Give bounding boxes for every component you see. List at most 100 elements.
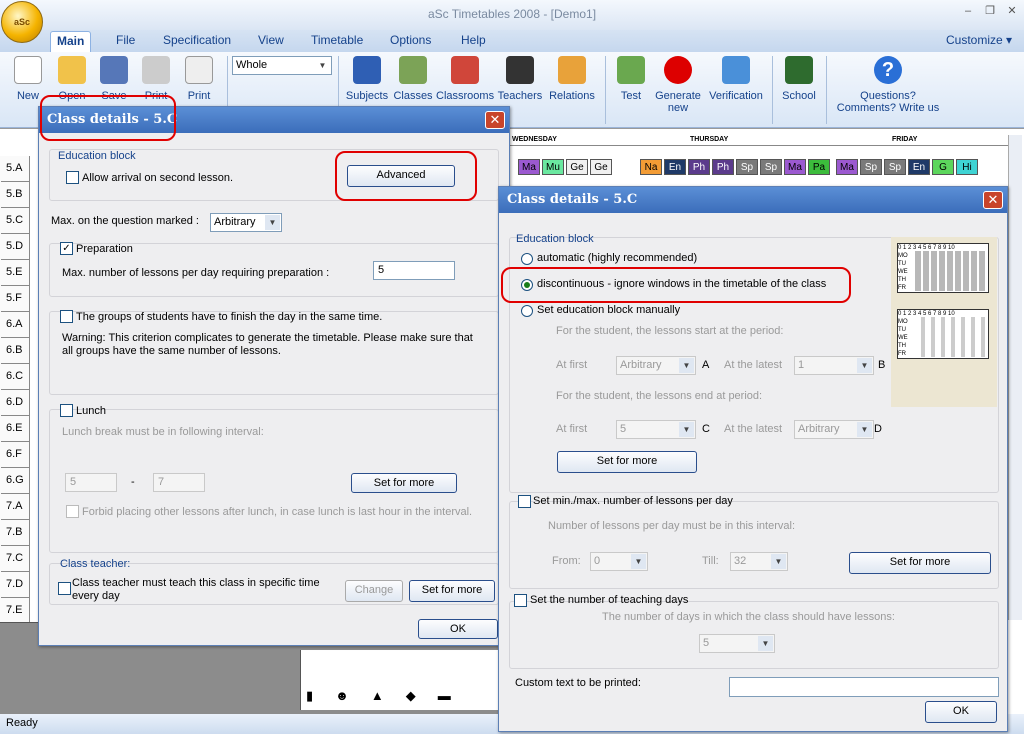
tab-main[interactable]: Main — [50, 31, 92, 52]
grid-row-label[interactable]: 7.A — [1, 494, 29, 520]
classrooms-button[interactable]: Classrooms — [436, 56, 494, 108]
lesson-card[interactable]: Ma — [784, 159, 806, 175]
groups-finish-checkbox[interactable] — [60, 310, 73, 323]
lunch-set-for-more-button[interactable]: Set for more — [351, 473, 457, 493]
grid-row-label[interactable]: 5.D — [1, 234, 29, 260]
dialog-close-icon[interactable]: ✕ — [485, 111, 505, 129]
day-wednesday: WEDNESDAY — [512, 136, 557, 143]
app-orb-button[interactable]: aSc — [1, 1, 43, 43]
grid-row-label[interactable]: 7.E — [1, 598, 29, 624]
flashlight-icon — [722, 56, 750, 84]
lesson-card[interactable]: Ma — [836, 159, 858, 175]
generate-new-button[interactable]: Generate new — [652, 56, 704, 122]
tab-file[interactable]: File — [110, 31, 141, 52]
grid-row-label[interactable]: 5.A — [1, 156, 29, 182]
lesson-card[interactable]: Hi — [956, 159, 978, 175]
grid-row-label[interactable]: 5.E — [1, 260, 29, 286]
automatic-radio[interactable] — [521, 253, 533, 265]
till-select[interactable]: 32 ▼ — [730, 552, 788, 571]
grid-row-label[interactable]: 6.E — [1, 416, 29, 442]
from-select[interactable]: 0 ▼ — [590, 552, 648, 571]
lesson-card[interactable]: Ph — [688, 159, 710, 175]
customize-menu[interactable]: Customize ▾ — [940, 31, 1018, 52]
teachers-button[interactable]: Teachers — [497, 56, 543, 108]
lesson-card[interactable]: Ph — [712, 159, 734, 175]
test-button[interactable]: Test — [614, 56, 648, 108]
end-at-first-select[interactable]: 5 ▼ — [616, 420, 696, 439]
grid-row-label[interactable]: 7.C — [1, 546, 29, 572]
teaching-days-checkbox[interactable] — [514, 594, 527, 607]
lesson-card[interactable]: Sp — [736, 159, 758, 175]
teaching-days-select[interactable]: 5 ▼ — [699, 634, 775, 653]
grid-row-label[interactable]: 7.D — [1, 572, 29, 598]
relations-button[interactable]: Relations — [546, 56, 598, 108]
minmax-set-for-more-button[interactable]: Set for more — [849, 552, 991, 574]
lesson-card[interactable]: G — [932, 159, 954, 175]
view-select[interactable]: Whole ▼ — [232, 56, 332, 75]
education-set-for-more-button[interactable]: Set for more — [557, 451, 697, 473]
start-at-first-select[interactable]: Arbitrary ▼ — [616, 356, 696, 375]
lunch-to-input[interactable]: 7 — [153, 473, 205, 492]
school-button[interactable]: School — [779, 56, 819, 108]
grid-row-label[interactable]: 6.D — [1, 390, 29, 416]
grid-row-label[interactable]: 6.A — [1, 312, 29, 338]
ok-button[interactable]: OK — [925, 701, 997, 723]
class-teacher-checkbox[interactable] — [58, 582, 71, 595]
forbid-after-lunch-checkbox[interactable] — [66, 505, 79, 518]
grid-scrollbar[interactable] — [1008, 135, 1022, 620]
lesson-card[interactable]: Sp — [860, 159, 882, 175]
lunch-checkbox[interactable] — [60, 404, 73, 417]
tab-view[interactable]: View — [252, 31, 290, 52]
grid-row-label[interactable]: 7.B — [1, 520, 29, 546]
lesson-card[interactable]: Ge — [566, 159, 588, 175]
start-at-latest-select[interactable]: 1 ▼ — [794, 356, 874, 375]
dropdown-arrow-icon: ▼ — [631, 554, 646, 569]
lesson-card[interactable]: En — [908, 159, 930, 175]
grid-row-label[interactable]: 6.F — [1, 442, 29, 468]
tab-help[interactable]: Help — [455, 31, 492, 52]
dropdown-arrow-icon: ▼ — [679, 422, 694, 437]
max-question-select[interactable]: Arbitrary ▼ — [210, 213, 282, 232]
change-button[interactable]: Change — [345, 580, 403, 602]
grid-row-label[interactable]: 6.G — [1, 468, 29, 494]
preview-fill — [915, 251, 987, 291]
manual-radio[interactable] — [521, 305, 533, 317]
lesson-card[interactable]: Sp — [884, 159, 906, 175]
dialog-close-icon[interactable]: ✕ — [983, 191, 1003, 209]
view-icons-strip[interactable]: ▮☻▲◆▬ — [306, 688, 496, 708]
new-button[interactable]: New — [12, 56, 44, 108]
grid-row-label[interactable]: 5.F — [1, 286, 29, 312]
lesson-card[interactable]: Ma — [518, 159, 540, 175]
grid-row-label[interactable]: 5.B — [1, 182, 29, 208]
grid-row-label[interactable]: 6.C — [1, 364, 29, 390]
lesson-card[interactable]: En — [664, 159, 686, 175]
prep-max-input[interactable]: 5 — [373, 261, 455, 280]
print-preview-button[interactable]: Print — [183, 56, 215, 108]
lesson-card[interactable]: Na — [640, 159, 662, 175]
custom-text-input[interactable] — [729, 677, 999, 697]
questions-button[interactable]: ? Questions? Comments? Write us — [836, 56, 940, 122]
end-at-latest-select[interactable]: Arbitrary ▼ — [794, 420, 874, 439]
ct-set-for-more-button[interactable]: Set for more — [409, 580, 495, 602]
lesson-card[interactable]: Sp — [760, 159, 782, 175]
allow-arrival-checkbox[interactable] — [66, 171, 79, 184]
classes-button[interactable]: Classes — [393, 56, 433, 108]
lunch-from-input[interactable]: 5 — [65, 473, 117, 492]
grid-row-label[interactable]: 5.C — [1, 208, 29, 234]
min-max-checkbox[interactable] — [518, 495, 531, 508]
lesson-card[interactable]: Mu — [542, 159, 564, 175]
lesson-card[interactable]: Pa — [808, 159, 830, 175]
tab-options[interactable]: Options — [384, 31, 437, 52]
tab-timetable[interactable]: Timetable — [305, 31, 369, 52]
lesson-card[interactable]: Ge — [590, 159, 612, 175]
close-icon[interactable]: ✕ — [1002, 4, 1022, 18]
ok-button[interactable]: OK — [418, 619, 498, 639]
restore-icon[interactable]: ❐ — [980, 4, 1000, 18]
tab-specification[interactable]: Specification — [157, 31, 237, 52]
house-icon — [451, 56, 479, 84]
grid-row-label[interactable]: 6.B — [1, 338, 29, 364]
verification-button[interactable]: Verification — [705, 56, 767, 108]
subjects-button[interactable]: Subjects — [344, 56, 390, 108]
minimize-icon[interactable]: – — [958, 4, 978, 18]
preparation-checkbox[interactable]: ✓ — [60, 242, 73, 255]
